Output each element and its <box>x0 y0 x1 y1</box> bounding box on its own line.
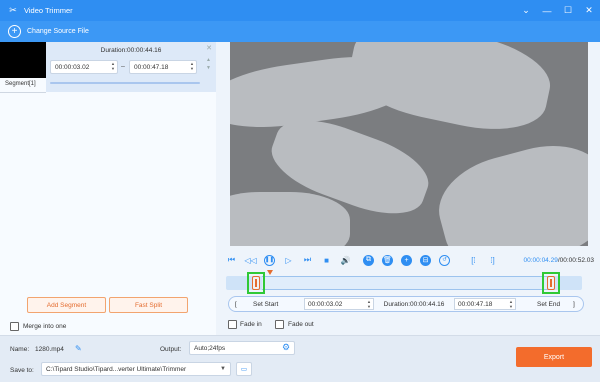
fade-out-label: Fade out <box>288 321 314 328</box>
range-dash: – <box>121 63 125 70</box>
stop-icon[interactable]: ■ <box>321 255 332 266</box>
maximize-icon[interactable]: ☐ <box>563 5 573 16</box>
chevron-down-icon[interactable]: ⌄ <box>521 5 531 16</box>
title-bar: ✂ Video Trimmer ⌄ — ☐ ✕ <box>0 0 600 21</box>
pause-icon[interactable]: ❚❚ <box>264 254 275 266</box>
segment-progress-line <box>50 82 200 84</box>
start-handle[interactable] <box>252 276 260 290</box>
duration-display: Duration:00:00:44.16 <box>383 300 445 308</box>
go-end-icon[interactable]: ⁞] <box>487 255 498 266</box>
minimize-icon[interactable]: — <box>542 6 552 16</box>
skip-end-icon[interactable]: ⏭ <box>302 255 313 266</box>
export-button[interactable]: Export <box>516 347 592 367</box>
close-icon[interactable]: ✕ <box>206 44 212 52</box>
scissors-icon: ✂ <box>9 5 17 15</box>
delete-icon[interactable]: 🗑 <box>382 254 393 266</box>
change-source-button[interactable]: Change Source File <box>27 28 89 35</box>
output-field[interactable]: Auto;24fps <box>189 341 295 355</box>
segment-card[interactable]: Duration:00:00:44.16 ✕ ▲ ▼ 00:00:03.02 ▲ ▼… <box>46 42 216 92</box>
add-icon[interactable]: + <box>401 254 412 266</box>
split-icon[interactable]: ⊟ <box>420 254 431 266</box>
segment-thumbnail[interactable] <box>0 42 46 78</box>
window-controls: ⌄ — ☐ ✕ <box>521 0 594 21</box>
segment-panel: Duration:00:00:44.16 ✕ ▲ ▼ 00:00:03.02 ▲ ▼… <box>0 42 216 335</box>
timeline-selection[interactable] <box>262 276 548 290</box>
step-forward-icon[interactable]: ▷ <box>283 255 294 266</box>
segment-end-field[interactable]: 00:00:47.18 ▲ ▼ <box>129 60 197 74</box>
reorder-arrows-icon[interactable]: ▲ ▼ <box>206 56 211 72</box>
video-frame-shape <box>428 131 588 246</box>
divider <box>0 92 46 93</box>
fade-in-checkbox[interactable] <box>228 320 237 329</box>
spinner-icon[interactable]: ▲ ▼ <box>367 299 371 309</box>
total-time: /00:00:52.03 <box>557 257 594 264</box>
save-path-field[interactable]: C:\Tipard Studio\Tipard...verter Ultimat… <box>41 362 231 376</box>
step-back-icon[interactable]: ◁◁ <box>244 255 256 266</box>
skip-start-icon[interactable]: ⏮ <box>226 255 237 266</box>
close-icon[interactable]: ✕ <box>584 5 594 16</box>
edit-name-icon[interactable]: ✎ <box>75 344 82 353</box>
end-handle[interactable] <box>547 276 555 290</box>
set-start-button[interactable]: Set Start <box>253 297 278 311</box>
trim-settings-bar: [ Set Start 00:00:03.02 ▲ ▼ Duration:00:0… <box>228 296 584 312</box>
merge-label: Merge into one <box>23 323 67 330</box>
bracket-close: ] <box>573 300 575 308</box>
chevron-down-icon[interactable]: ▼ <box>220 366 226 372</box>
timecode: 00:00:04.29/00:00:52.03 <box>524 257 595 264</box>
add-icon[interactable]: + <box>8 25 21 38</box>
set-end-button[interactable]: Set End <box>537 297 560 311</box>
toolbar: + Change Source File <box>0 21 600 42</box>
playhead-marker[interactable] <box>267 270 273 275</box>
video-frame-shape <box>342 42 558 142</box>
copy-segment-icon[interactable]: ⧉ <box>363 254 374 266</box>
fade-out-checkbox[interactable] <box>275 320 284 329</box>
window-title: Video Trimmer <box>24 6 73 15</box>
current-time: 00:00:04.29 <box>523 257 558 264</box>
start-time-field[interactable]: 00:00:03.02 ▲ ▼ <box>304 298 374 310</box>
spinner-icon[interactable]: ▲ ▼ <box>111 61 115 71</box>
segment-duration: Duration:00:00:44.16 <box>100 47 162 54</box>
output-label: Output: <box>160 346 182 353</box>
spinner-icon[interactable]: ▲ ▼ <box>509 299 513 309</box>
bracket-open: [ <box>235 300 237 308</box>
fast-split-button[interactable]: Fast Split <box>109 297 188 313</box>
go-start-icon[interactable]: [⁞ <box>468 255 479 266</box>
settings-gear-icon[interactable]: ⚙ <box>282 342 290 353</box>
spinner-icon[interactable]: ▲ ▼ <box>190 61 194 71</box>
segment-start-field[interactable]: 00:00:03.02 ▲ ▼ <box>50 60 118 74</box>
fade-in-label: Fade in <box>240 321 262 328</box>
volume-icon[interactable]: 🔊 <box>340 255 351 266</box>
file-name: 1280.mp4 <box>35 346 64 353</box>
end-time-field[interactable]: 00:00:47.18 ▲ ▼ <box>454 298 516 310</box>
merge-checkbox[interactable] <box>10 322 19 331</box>
add-segment-button[interactable]: Add Segment <box>27 297 106 313</box>
folder-icon[interactable]: ▭ <box>236 362 252 376</box>
name-label: Name: <box>10 346 30 353</box>
segment-label: Segment[1] <box>5 81 36 87</box>
video-preview[interactable] <box>230 42 588 246</box>
save-to-label: Save to: <box>10 367 34 374</box>
video-frame-shape <box>230 192 350 246</box>
reset-icon[interactable]: ↺ <box>439 254 450 266</box>
